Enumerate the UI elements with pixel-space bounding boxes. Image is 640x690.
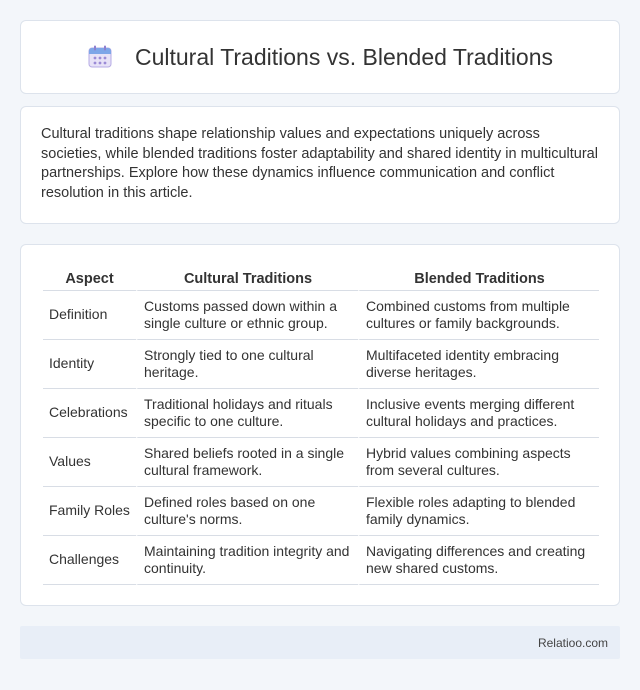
aspect-cell: Values (43, 438, 136, 487)
cultural-cell: Defined roles based on one culture's nor… (136, 487, 358, 536)
table-row: Celebrations Traditional holidays and ri… (43, 389, 599, 438)
calendar-icon (87, 44, 113, 70)
aspect-cell: Challenges (43, 536, 136, 585)
blended-cell: Combined customs from multiple cultures … (358, 291, 599, 340)
blended-cell: Hybrid values combining aspects from sev… (358, 438, 599, 487)
table-row: Definition Customs passed down within a … (43, 291, 599, 340)
column-header-blended: Blended Traditions (358, 265, 599, 291)
blended-cell: Inclusive events merging different cultu… (358, 389, 599, 438)
comparison-card: Aspect Cultural Traditions Blended Tradi… (20, 244, 620, 606)
footer-site-link[interactable]: Relatioo.com (538, 636, 608, 650)
intro-card: Cultural traditions shape relationship v… (20, 106, 620, 224)
blended-cell: Multifaceted identity embracing diverse … (358, 340, 599, 389)
table-row: Identity Strongly tied to one cultural h… (43, 340, 599, 389)
cultural-cell: Traditional holidays and rituals specifi… (136, 389, 358, 438)
blended-cell: Flexible roles adapting to blended famil… (358, 487, 599, 536)
blended-cell: Navigating differences and creating new … (358, 536, 599, 585)
page-title: Cultural Traditions vs. Blended Traditio… (134, 43, 554, 70)
cultural-cell: Maintaining tradition integrity and cont… (136, 536, 358, 585)
cultural-cell: Shared beliefs rooted in a single cultur… (136, 438, 358, 487)
footer: Relatioo.com (20, 626, 620, 659)
title-card: Cultural Traditions vs. Blended Traditio… (20, 20, 620, 94)
intro-text: Cultural traditions shape relationship v… (41, 126, 598, 201)
column-header-cultural: Cultural Traditions (136, 265, 358, 291)
aspect-cell: Family Roles (43, 487, 136, 536)
comparison-table: Aspect Cultural Traditions Blended Tradi… (43, 265, 599, 585)
aspect-cell: Definition (43, 291, 136, 340)
aspect-cell: Celebrations (43, 389, 136, 438)
cultural-cell: Strongly tied to one cultural heritage. (136, 340, 358, 389)
table-row: Challenges Maintaining tradition integri… (43, 536, 599, 585)
table-header-row: Aspect Cultural Traditions Blended Tradi… (43, 265, 599, 291)
cultural-cell: Customs passed down within a single cult… (136, 291, 358, 340)
aspect-cell: Identity (43, 340, 136, 389)
column-header-aspect: Aspect (43, 265, 136, 291)
table-row: Values Shared beliefs rooted in a single… (43, 438, 599, 487)
table-row: Family Roles Defined roles based on one … (43, 487, 599, 536)
